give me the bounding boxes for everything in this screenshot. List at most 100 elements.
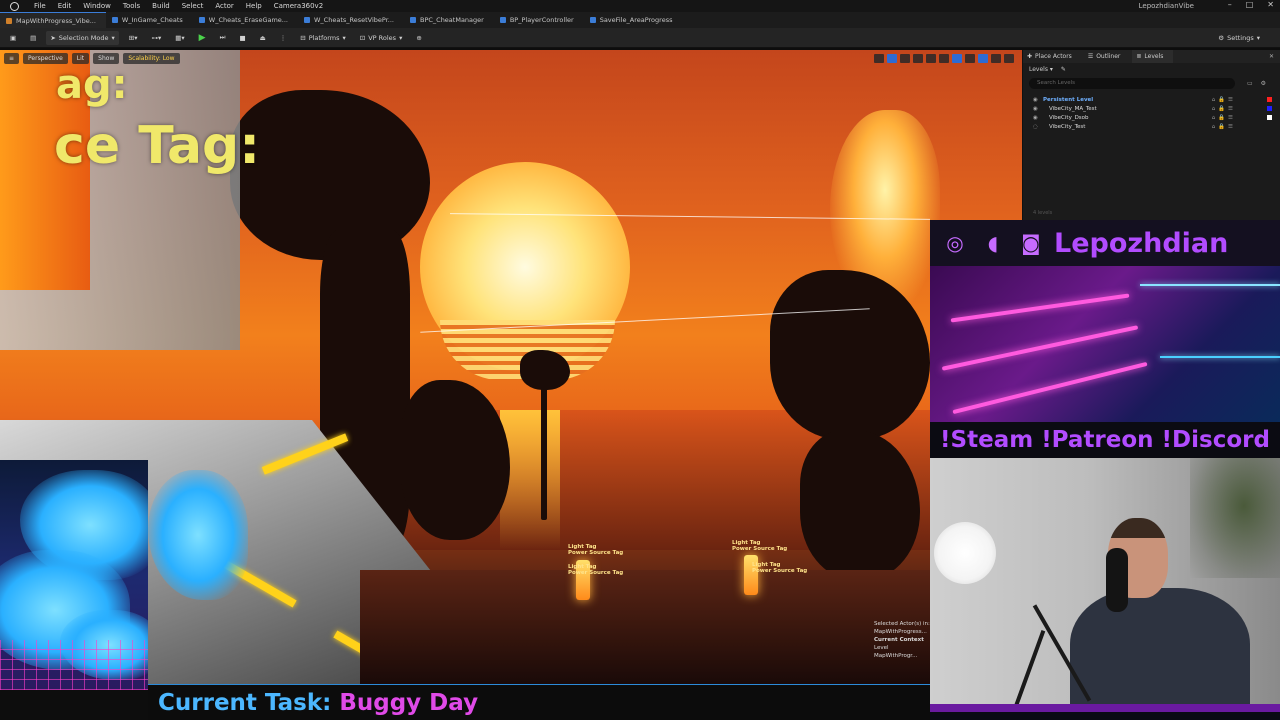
settings-button[interactable]: ⚙ Settings ▾ <box>1214 31 1264 45</box>
menu-select[interactable]: Select <box>176 2 210 10</box>
tab-levels[interactable]: ≣ Levels <box>1132 50 1174 63</box>
content-browser-icon[interactable]: ▤ <box>26 31 40 45</box>
eye-icon[interactable]: ◌ <box>1023 124 1038 130</box>
minimize-icon[interactable]: – <box>1228 0 1232 9</box>
blueprint-menu-icon[interactable]: ⊶▾ <box>147 31 165 45</box>
document-tabs: MapWithProgress_Vibe... W_InGame_Cheats … <box>0 12 1280 28</box>
tab-erase-game[interactable]: W_Cheats_EraseGame... <box>193 12 298 28</box>
tag-label: Light Tag Power Source Tag <box>752 562 808 574</box>
tab-reset-vibe[interactable]: W_Cheats_ResetVibePr... <box>298 12 404 28</box>
menu-camera360[interactable]: Camera360v2 <box>268 2 329 10</box>
light-post[interactable] <box>744 555 758 595</box>
source-control-icon[interactable]: ⊕ <box>412 31 425 45</box>
streamer-body <box>1070 588 1250 712</box>
blueprint-icon <box>499 17 506 23</box>
search-levels-input[interactable]: Search Levels <box>1029 78 1235 89</box>
show-button[interactable]: Show <box>93 53 120 64</box>
platforms-icon: ⊟ <box>300 33 306 42</box>
viewport-hud: ≡ Perspective Lit Show Scalability: Low <box>4 53 180 64</box>
social-header: ◎ ◖ ◙ Lepozhdian <box>930 220 1280 266</box>
tab-cheat-manager[interactable]: BPC_CheatManager <box>404 12 494 28</box>
neon-room-art <box>930 266 1280 422</box>
world-text-line2: ce Tag: <box>54 116 261 176</box>
viewport-menu-icon[interactable]: ≡ <box>4 53 20 64</box>
menu-window[interactable]: Window <box>77 2 117 10</box>
eject-icon[interactable]: ⏏ <box>256 31 270 45</box>
platforms-dropdown[interactable]: ⊟ Platforms ▾ <box>296 31 350 45</box>
neon-grid <box>0 640 148 690</box>
blueprint-icon <box>589 17 596 23</box>
level-row[interactable]: ◉ VibeCity_Dsob ⌂🔒☰ <box>1023 113 1280 122</box>
vp-roles-icon: ⊡ <box>359 33 366 42</box>
vp-roles-dropdown[interactable]: ⊡ VP Roles ▾ <box>356 31 407 45</box>
stop-icon[interactable]: ■ <box>235 31 249 45</box>
level-controls[interactable]: ⌂🔒☰ <box>1212 97 1236 103</box>
save-icon[interactable]: ▣ <box>6 31 20 45</box>
add-actor-icon[interactable]: ⊞▾ <box>125 31 142 45</box>
tab-player-controller[interactable]: BP_PlayerController <box>494 12 584 28</box>
menu-help[interactable]: Help <box>240 2 268 10</box>
tab-savefile[interactable]: SaveFile_AreaProgress <box>584 12 683 28</box>
close-icon[interactable]: ✕ <box>1269 53 1280 60</box>
pencil-icon[interactable]: ✎ <box>1061 66 1066 73</box>
folder-icon[interactable]: ▭ <box>1247 80 1253 87</box>
eye-icon[interactable]: ◉ <box>1023 97 1038 103</box>
level-row[interactable]: ◌ VibeCity_Test ⌂🔒☰ <box>1023 122 1280 131</box>
play-icon[interactable]: ▶ <box>195 31 210 45</box>
level-controls[interactable]: ⌂🔒☰ <box>1212 106 1236 112</box>
unreal-logo-icon[interactable] <box>0 0 28 12</box>
menu-actor[interactable]: Actor <box>209 2 239 10</box>
maximize-icon[interactable]: □ <box>1246 0 1254 9</box>
menu-tools[interactable]: Tools <box>117 2 146 10</box>
level-color-swatch[interactable] <box>1267 115 1272 120</box>
scalability-warning[interactable]: Scalability: Low <box>123 53 180 64</box>
maximize-viewport-icon[interactable] <box>1004 54 1014 63</box>
camera-speed-icon[interactable] <box>991 54 1001 63</box>
ring-light <box>934 522 996 584</box>
gear-icon[interactable]: ⚙ <box>1261 80 1266 87</box>
more-options-icon[interactable]: ⋮ <box>276 31 291 45</box>
tab-map[interactable]: MapWithProgress_Vibe... <box>0 12 106 28</box>
level-row-persistent[interactable]: ◉ Persistent Level ⌂🔒☰ <box>1023 95 1280 104</box>
level-row[interactable]: ◉ VibeCity_MA_Test ⌂🔒☰ <box>1023 104 1280 113</box>
world-space-icon[interactable] <box>926 54 936 63</box>
step-icon[interactable]: ⏭ <box>216 31 230 45</box>
tab-outliner[interactable]: ☰ Outliner <box>1084 50 1131 63</box>
tab-place-actors[interactable]: ✚ Place Actors <box>1023 50 1082 63</box>
current-task-banner: Current Task: Buggy Day <box>148 684 930 720</box>
selection-mode-dropdown[interactable]: ➤ Selection Mode ▾ <box>46 30 119 45</box>
level-color-swatch[interactable] <box>1267 106 1272 111</box>
select-mode-icon[interactable] <box>874 54 884 63</box>
lit-button[interactable]: Lit <box>71 53 90 64</box>
scale-icon[interactable] <box>913 54 923 63</box>
selected-actor-info: Selected Actor(s) in: MapWithProgress...… <box>874 621 930 659</box>
level-count: 4 levels <box>1033 210 1053 216</box>
surface-snap-icon[interactable] <box>939 54 949 63</box>
transform-tools <box>874 54 1014 63</box>
close-icon[interactable]: ✕ <box>1267 0 1274 9</box>
main-toolbar: ▣ ▤ ➤ Selection Mode ▾ ⊞▾ ⊶▾ ▦▾ ▶ ⏭ ■ ⏏ ⋮ … <box>0 28 1280 48</box>
rotate-icon[interactable] <box>900 54 910 63</box>
tab-ingame-cheats[interactable]: W_InGame_Cheats <box>106 12 193 28</box>
window-controls: – □ ✕ <box>1228 0 1274 9</box>
level-color-swatch[interactable] <box>1267 97 1272 102</box>
rotation-snap-icon[interactable] <box>965 54 975 63</box>
level-controls[interactable]: ⌂🔒☰ <box>1212 115 1236 121</box>
chevron-down-icon: ▾ <box>1256 33 1260 42</box>
eye-icon[interactable]: ◉ <box>1023 106 1038 112</box>
menu-edit[interactable]: Edit <box>52 2 78 10</box>
neon-wave <box>950 293 1130 323</box>
perspective-button[interactable]: Perspective <box>23 53 68 64</box>
levels-dropdown[interactable]: Levels ▾ <box>1029 66 1053 73</box>
scale-snap-icon[interactable] <box>978 54 988 63</box>
translate-icon[interactable] <box>887 54 897 63</box>
level-icon <box>6 17 12 24</box>
tag-label: Light Tag Power Source Tag <box>568 564 624 576</box>
menu-build[interactable]: Build <box>146 2 176 10</box>
menu-file[interactable]: File <box>28 2 52 10</box>
eye-icon[interactable]: ◉ <box>1023 115 1038 121</box>
grid-snap-icon[interactable] <box>952 54 962 63</box>
stream-palm-overlay <box>0 460 148 690</box>
cinematics-icon[interactable]: ▦▾ <box>171 31 188 45</box>
level-controls[interactable]: ⌂🔒☰ <box>1212 124 1236 130</box>
